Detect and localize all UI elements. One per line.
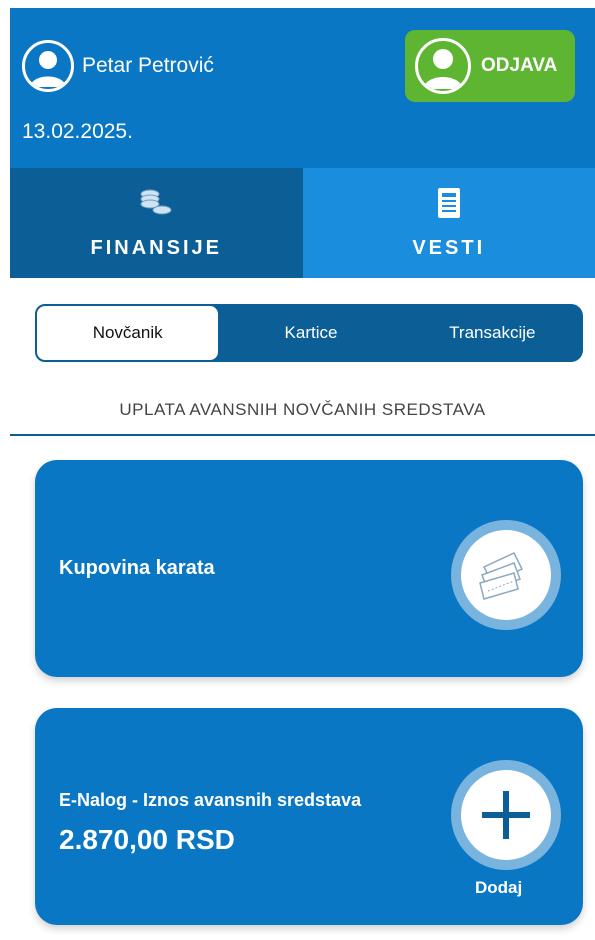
section-title: UPLATA AVANSNIH NOVČANIH SREDSTAVA	[119, 400, 486, 419]
wallet-segmented-control: Novčanik Kartice Transakcije	[35, 304, 583, 362]
tab-finansije[interactable]: FINANSIJE	[10, 168, 303, 278]
add-funds-button[interactable]	[451, 760, 561, 870]
segment-novcanik[interactable]: Novčanik	[35, 304, 221, 362]
user-avatar-icon	[22, 40, 74, 92]
user-name: Petar Petrović	[82, 54, 214, 77]
coins-icon	[136, 186, 176, 225]
tickets-icon-ring	[451, 520, 561, 630]
plus-icon	[461, 770, 551, 860]
main-tabs: FINANSIJE VESTI	[10, 168, 595, 278]
add-funds-label[interactable]: Dodaj	[475, 878, 522, 898]
current-date: 13.02.2025.	[22, 120, 133, 143]
segment-transakcije[interactable]: Transakcije	[402, 304, 583, 362]
logout-avatar-icon	[415, 38, 471, 94]
segment-kartice[interactable]: Kartice	[220, 304, 401, 362]
tab-vesti[interactable]: VESTI	[302, 168, 595, 278]
tickets-icon	[461, 530, 551, 620]
section-divider	[10, 434, 595, 436]
enalog-title: E-Nalog - Iznos avansnih sredstava	[59, 790, 362, 810]
ticket-purchase-title: Kupovina karata	[59, 557, 215, 579]
enalog-card[interactable]: E-Nalog - Iznos avansnih sredstava 2.870…	[35, 708, 583, 925]
tab-vesti-label: VESTI	[412, 237, 486, 259]
logout-button[interactable]: ODJAVA	[405, 30, 575, 102]
ticket-purchase-card[interactable]: Kupovina karata	[35, 460, 583, 677]
newspaper-icon	[434, 186, 464, 225]
logout-label: ODJAVA	[481, 55, 558, 76]
enalog-amount: 2.870,00 RSD	[59, 824, 235, 855]
user-info: Petar Petrović	[22, 40, 214, 92]
tab-finansije-label: FINANSIJE	[90, 237, 222, 259]
